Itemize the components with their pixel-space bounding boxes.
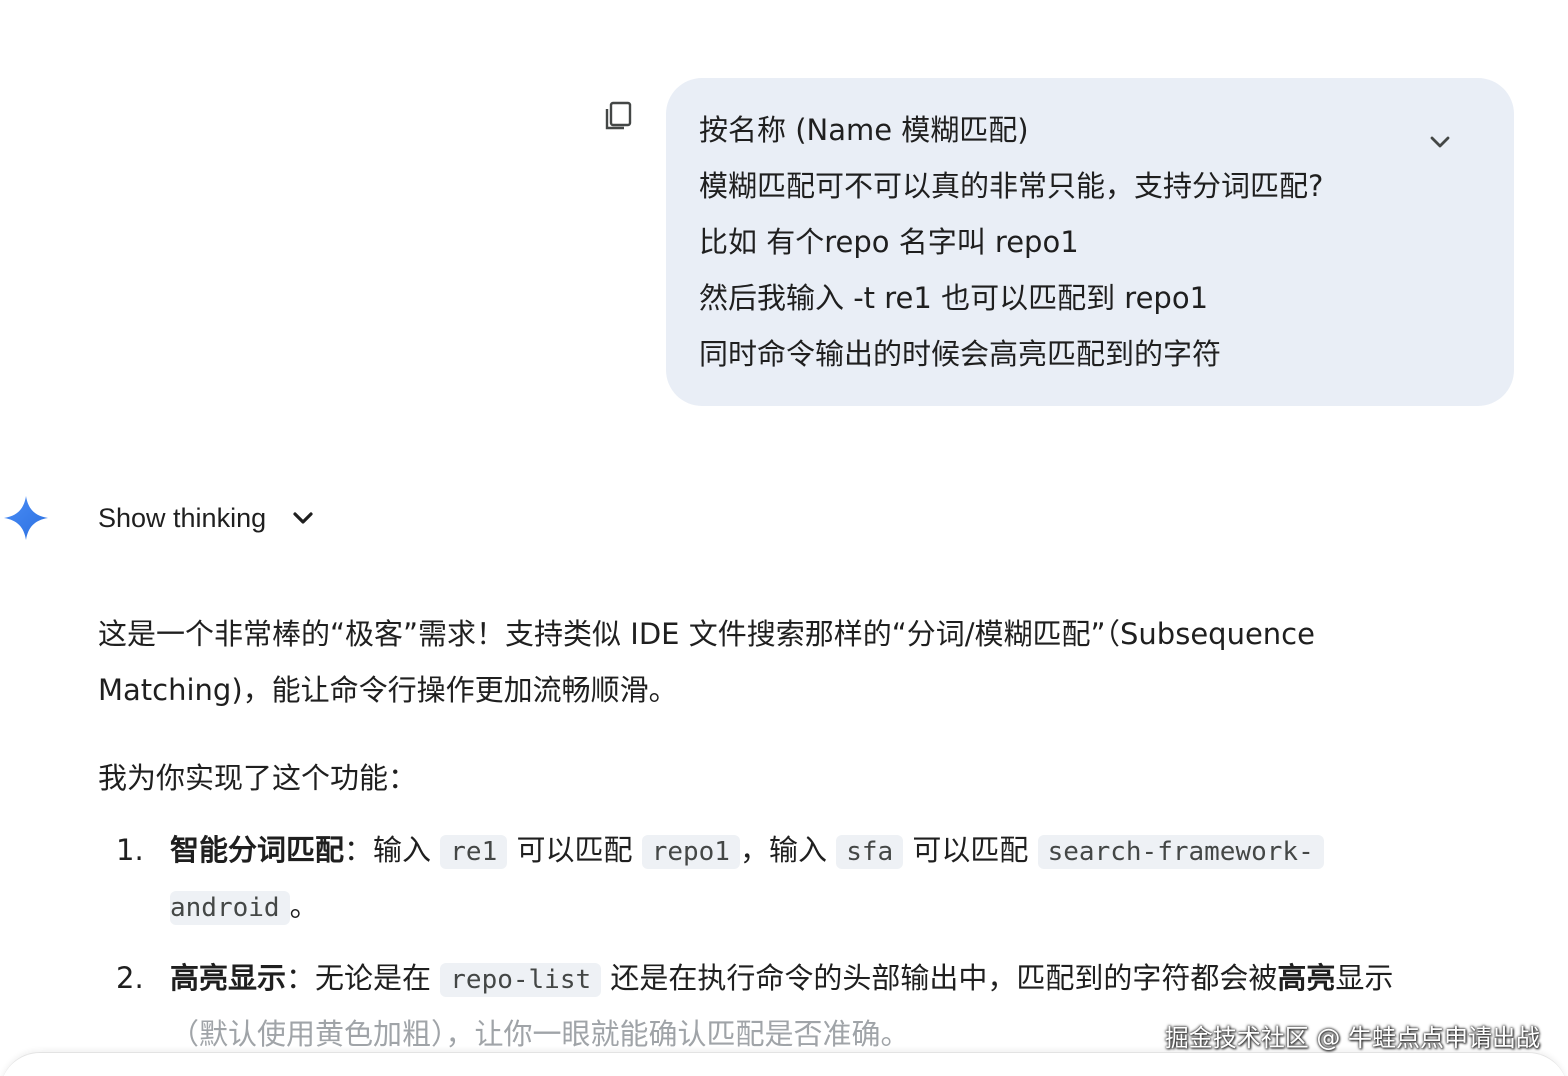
user-message-line: 然后我输入 -t re1 也可以匹配到 repo1 (699, 281, 1209, 315)
inline-code: repo-list (440, 963, 602, 997)
user-message-line: 按名称 (Name 模糊匹配) (699, 113, 1029, 147)
user-message-line: 同时命令输出的时候会高亮匹配到的字符 (699, 337, 1222, 371)
list-text: 。 (289, 889, 319, 923)
list-text: 输入 (373, 833, 432, 867)
list-number: 1. (116, 833, 144, 867)
list-text: ： (286, 961, 316, 995)
list-text: ，输入 (739, 833, 827, 867)
list-text: 显示 (1335, 961, 1394, 995)
inline-code: search-framework- (1037, 835, 1324, 869)
chat-page: 按名称 (Name 模糊匹配) 模糊匹配可不可以真的非常只能，支持分词匹配? 比… (0, 0, 1568, 1076)
show-thinking-label: Show thinking (98, 502, 267, 533)
user-message-bubble: 按名称 (Name 模糊匹配) 模糊匹配可不可以真的非常只能，支持分词匹配? 比… (666, 78, 1514, 406)
response-paragraph: Matching)，能让命令行操作更加流畅顺滑。 (98, 673, 678, 707)
list-text-bold: 高亮 (1277, 961, 1336, 995)
inline-code: android (170, 891, 290, 925)
list-text: 可以匹配 (912, 833, 1029, 867)
user-message-line: 比如 有个repo 名字叫 repo1 (699, 225, 1079, 259)
watermark: 掘金技术社区 @ 牛蛙点点申请出战 (1164, 1024, 1540, 1052)
show-thinking-toggle[interactable]: Show thinking (98, 496, 318, 540)
chevron-down-icon[interactable] (1426, 128, 1454, 156)
list-item-title: 智能分词匹配 (170, 833, 345, 867)
list-text: 可以匹配 (516, 833, 633, 867)
list-item-continuation: android。 (170, 878, 319, 936)
inline-code: sfa (836, 835, 904, 869)
gemini-sparkle-icon (2, 494, 50, 542)
inline-code: re1 (440, 835, 508, 869)
response-paragraph: 这是一个非常棒的“极客”需求！支持类似 IDE 文件搜索那样的“分词/模糊匹配”… (98, 617, 1315, 651)
user-message-line: 模糊匹配可不可以真的非常只能，支持分词匹配? (699, 169, 1324, 203)
list-text: ： (344, 833, 374, 867)
inline-code: repo1 (641, 835, 740, 869)
input-area-edge (0, 1052, 1568, 1076)
list-item: 智能分词匹配：输入 re1 可以匹配 repo1 ，输入 sfa 可以匹配 sea… (170, 822, 1324, 880)
list-text: 无论是在 (315, 961, 432, 995)
list-text: 还是在执行命令的头部输出中，匹配到的字符都会被 (610, 961, 1278, 995)
list-number: 2. (116, 961, 144, 995)
list-item-title: 高亮显示 (170, 961, 287, 995)
list-item: 高亮显示：无论是在 repo-list 还是在执行命令的头部输出中，匹配到的字符… (170, 950, 1393, 1008)
response-paragraph: 我为你实现了这个功能： (98, 761, 418, 795)
chevron-down-icon (288, 503, 318, 533)
copy-icon[interactable] (602, 100, 634, 132)
